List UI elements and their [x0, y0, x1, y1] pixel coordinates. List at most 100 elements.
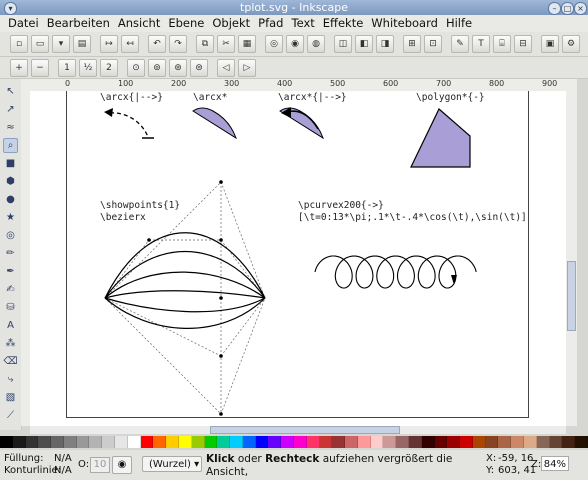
arc-sector-arrow-shape[interactable] — [279, 107, 324, 140]
tweak-tool-icon[interactable]: ≈ — [3, 120, 18, 135]
opacity-input[interactable]: 10 — [90, 457, 110, 473]
fill-stroke-icon[interactable]: ✎ — [451, 35, 469, 53]
palette-swatch[interactable] — [562, 436, 576, 448]
zoom-out-icon[interactable]: − — [31, 58, 49, 77]
zoom-input[interactable]: 84% — [541, 456, 569, 471]
window-menu-button[interactable]: ▾ — [4, 2, 17, 15]
ellipse-tool-icon[interactable]: ● — [3, 192, 18, 207]
fill-value[interactable]: N/A — [54, 453, 72, 464]
import-icon[interactable]: ↦ — [100, 35, 118, 53]
palette-swatch[interactable] — [447, 436, 461, 448]
palette-swatch[interactable] — [268, 436, 282, 448]
arc-arrow-shape[interactable] — [104, 108, 154, 139]
palette-swatch[interactable] — [38, 436, 52, 448]
palette-swatch[interactable] — [102, 436, 116, 448]
palette-swatch[interactable] — [217, 436, 231, 448]
eraser-tool-icon[interactable]: ⌫ — [3, 354, 18, 369]
clone-icon[interactable]: ◧ — [355, 35, 373, 53]
menu-datei[interactable]: Datei — [4, 15, 43, 32]
horizontal-scroll-thumb[interactable] — [210, 426, 400, 434]
minimize-button[interactable]: – — [548, 2, 561, 15]
zoom-tool-icon[interactable]: ⌕ — [3, 138, 18, 153]
layer-visibility-icon[interactable]: ◉ — [112, 456, 132, 474]
palette-swatch[interactable] — [12, 436, 26, 448]
palette-swatch[interactable] — [536, 436, 550, 448]
new-document-icon[interactable]: ▫ — [10, 35, 28, 53]
menu-bearbeiten[interactable]: Bearbeiten — [43, 15, 114, 32]
palette-swatch[interactable] — [511, 436, 525, 448]
menu-pfad[interactable]: Pfad — [254, 15, 287, 32]
zoom-previous-icon[interactable]: ◁ — [217, 58, 235, 77]
open-file-icon[interactable]: ▭ — [31, 35, 49, 53]
zoom-fit-selection-icon[interactable]: ⊙ — [127, 58, 145, 77]
connector-tool-icon[interactable]: ⤷ — [3, 372, 18, 387]
zoom-next-icon[interactable]: ▷ — [238, 58, 256, 77]
preferences-icon[interactable]: ⚙ — [562, 35, 580, 53]
menu-ansicht[interactable]: Ansicht — [114, 15, 164, 32]
zoom-fit-page-icon[interactable]: ⊛ — [169, 58, 187, 77]
ungroup-icon[interactable]: ⊡ — [424, 35, 442, 53]
palette-swatch[interactable] — [460, 436, 473, 448]
parametric-spring-curve[interactable] — [314, 255, 477, 289]
zoom-fit-drawing-icon[interactable]: ⊚ — [148, 58, 166, 77]
palette-swatch[interactable] — [370, 436, 384, 448]
unlink-clone-icon[interactable]: ◨ — [376, 35, 394, 53]
zoom-in-icon[interactable]: + — [10, 58, 28, 77]
spiral-tool-icon[interactable]: ◎ — [3, 228, 18, 243]
palette-swatch[interactable] — [89, 436, 103, 448]
palette-swatch[interactable] — [524, 436, 537, 448]
palette-swatch[interactable] — [472, 436, 486, 448]
palette-swatch[interactable] — [115, 436, 128, 448]
palette-swatch[interactable] — [63, 436, 77, 448]
palette-swatch[interactable] — [242, 436, 256, 448]
box3d-tool-icon[interactable]: ⬢ — [3, 174, 18, 189]
palette-swatch[interactable] — [409, 436, 422, 448]
node-tool-icon[interactable]: ↗ — [3, 102, 18, 117]
group-icon[interactable]: ⊞ — [403, 35, 421, 53]
menu-text[interactable]: Text — [288, 15, 319, 32]
pen-tool-icon[interactable]: ✒ — [3, 264, 18, 279]
palette-swatch[interactable] — [127, 436, 141, 448]
paste-icon[interactable]: ▦ — [238, 35, 256, 53]
zoom-fit-width-icon[interactable]: ⊜ — [190, 58, 208, 77]
palette-swatch[interactable] — [345, 436, 358, 448]
close-button[interactable]: × — [574, 2, 587, 15]
undo-icon[interactable]: ↶ — [148, 35, 166, 53]
vertical-scrollbar[interactable] — [566, 91, 577, 426]
duplicate-icon[interactable]: ◫ — [334, 35, 352, 53]
arc-sector-shape[interactable] — [192, 107, 237, 140]
palette-swatch[interactable] — [319, 436, 333, 448]
palette-swatch[interactable] — [498, 436, 512, 448]
cut-icon[interactable]: ✂ — [217, 35, 235, 53]
align-icon[interactable]: ⊟ — [514, 35, 532, 53]
zoom-1-2-icon[interactable]: ½ — [79, 58, 97, 77]
star-tool-icon[interactable]: ★ — [3, 210, 18, 225]
drawing-canvas[interactable]: \arcx{|-->} \arcx* \arcx*{|-->} \polygon… — [30, 91, 577, 426]
palette-swatch[interactable] — [485, 436, 499, 448]
print-icon[interactable]: ▤ — [73, 35, 91, 53]
zoom-page-icon[interactable]: ◍ — [307, 35, 325, 53]
palette-swatch[interactable] — [51, 436, 64, 448]
document-properties-icon[interactable]: ▣ — [541, 35, 559, 53]
pencil-tool-icon[interactable]: ✏ — [3, 246, 18, 261]
zoom-1-1-icon[interactable]: 1 — [58, 58, 76, 77]
save-icon[interactable]: ▾ — [52, 35, 70, 53]
spray-tool-icon[interactable]: ⁂ — [3, 336, 18, 351]
zoom-2-1-icon[interactable]: 2 — [100, 58, 118, 77]
redo-icon[interactable]: ↷ — [169, 35, 187, 53]
vertical-scroll-thumb[interactable] — [567, 261, 576, 331]
menu-effekte[interactable]: Effekte — [319, 15, 368, 32]
stroke-value[interactable]: N/A — [54, 465, 72, 476]
palette-swatch[interactable] — [293, 436, 307, 448]
zoom-selection-icon[interactable]: ◎ — [265, 35, 283, 53]
menu-ebene[interactable]: Ebene — [164, 15, 208, 32]
calligraphy-tool-icon[interactable]: ✍ — [3, 282, 18, 297]
palette-swatch[interactable] — [575, 436, 588, 448]
rectangle-tool-icon[interactable]: ■ — [3, 156, 18, 171]
text-font-icon[interactable]: T — [472, 35, 490, 53]
dropper-tool-icon[interactable]: ⟋ — [3, 408, 18, 423]
selector-tool-icon[interactable]: ↖ — [3, 84, 18, 99]
palette-swatch[interactable] — [178, 436, 192, 448]
export-icon[interactable]: ↤ — [121, 35, 139, 53]
xml-editor-icon[interactable]: ⌸ — [493, 35, 511, 53]
